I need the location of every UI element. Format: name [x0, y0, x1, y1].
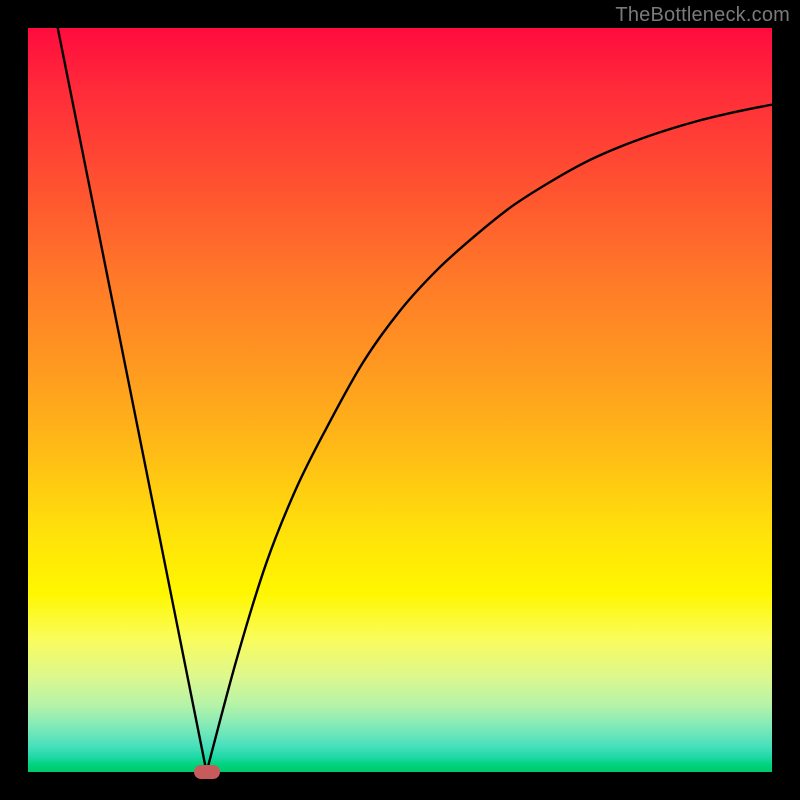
watermark-text: TheBottleneck.com	[615, 4, 790, 27]
bottleneck-curve	[28, 28, 772, 772]
plot-area	[28, 28, 772, 772]
chart-frame: TheBottleneck.com	[0, 0, 800, 800]
optimal-marker	[194, 765, 220, 779]
